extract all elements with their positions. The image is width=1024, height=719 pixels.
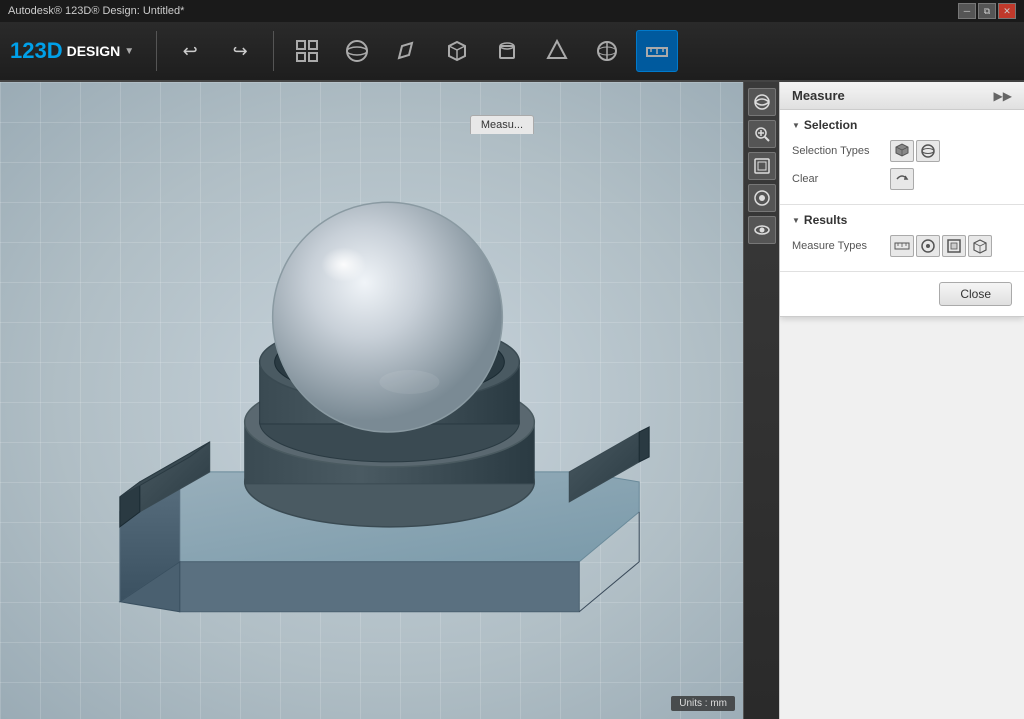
orbit-button[interactable] xyxy=(748,88,776,116)
measure-panel-title: Measure xyxy=(792,88,845,103)
results-label: Results xyxy=(804,213,847,227)
box-icon xyxy=(444,38,470,64)
modify-icon xyxy=(594,38,620,64)
box-button[interactable] xyxy=(436,30,478,72)
primitives-button[interactable] xyxy=(336,30,378,72)
title-bar-left: Autodesk® 123D® Design: Untitled* xyxy=(8,5,184,17)
panel-expand-icon[interactable]: ▶▶ xyxy=(994,89,1012,103)
close-window-button[interactable]: ✕ xyxy=(998,3,1016,19)
volume-measure-button[interactable] xyxy=(968,235,992,257)
edge-select-button[interactable] xyxy=(916,140,940,162)
main-area: Measu... Units : mm xyxy=(0,82,1024,719)
title-bar-controls: ─ ⧉ ✕ xyxy=(958,3,1016,19)
snap-icon xyxy=(294,38,320,64)
close-panel-button[interactable]: Close xyxy=(939,282,1012,306)
results-header: ▼ Results xyxy=(792,213,1012,227)
construct-button[interactable] xyxy=(536,30,578,72)
sketch-button[interactable] xyxy=(386,30,428,72)
selection-types-label: Selection Types xyxy=(792,145,882,157)
visibility-button[interactable] xyxy=(748,216,776,244)
selection-section: ▼ Selection Selection Types xyxy=(780,110,1024,205)
primitives-icon xyxy=(344,38,370,64)
toolbar-divider-2 xyxy=(273,31,274,71)
clear-label: Clear xyxy=(792,173,882,185)
measure-panel-header: Measure ▶▶ xyxy=(780,82,1024,110)
selection-types-row: Selection Types xyxy=(792,140,1012,162)
title-bar: Autodesk® 123D® Design: Untitled* ─ ⧉ ✕ xyxy=(0,0,1024,22)
app-logo: 123D DESIGN ▼ xyxy=(10,38,134,64)
panel-footer: Close xyxy=(780,272,1024,316)
modify-button[interactable] xyxy=(586,30,628,72)
logo-design: DESIGN xyxy=(67,43,121,59)
viewport-right-toolbar xyxy=(743,82,779,719)
restore-button[interactable]: ⧉ xyxy=(978,3,996,19)
clear-buttons xyxy=(890,168,914,190)
main-toolbar: 123D DESIGN ▼ ↩ ↪ xyxy=(0,22,1024,82)
selection-triangle-icon: ▼ xyxy=(792,121,800,130)
fit-view-button[interactable] xyxy=(748,152,776,180)
measure-types-row: Measure Types xyxy=(792,235,1012,257)
selection-label: Selection xyxy=(804,118,857,132)
measure-types-label: Measure Types xyxy=(792,240,882,252)
zoom-button[interactable] xyxy=(748,120,776,148)
selection-header: ▼ Selection xyxy=(792,118,1012,132)
cylinder-icon xyxy=(494,38,520,64)
linear-measure-button[interactable] xyxy=(890,235,914,257)
selection-types-buttons xyxy=(890,140,940,162)
units-badge: Units : mm xyxy=(671,696,735,711)
scene-svg xyxy=(0,82,779,719)
viewport[interactable]: Measu... Units : mm xyxy=(0,82,779,719)
measure-tab[interactable]: Measu... xyxy=(470,115,534,134)
measure-icon xyxy=(644,38,670,64)
measure-type-buttons xyxy=(890,235,992,257)
results-section: ▼ Results Measure Types xyxy=(780,205,1024,272)
snap-button[interactable] xyxy=(286,30,328,72)
app-title: Autodesk® 123D® Design: Untitled* xyxy=(8,5,184,17)
minimize-button[interactable]: ─ xyxy=(958,3,976,19)
construct-icon xyxy=(544,38,570,64)
home-view-button[interactable] xyxy=(748,184,776,212)
cylinder-button[interactable] xyxy=(486,30,528,72)
logo-dropdown-arrow[interactable]: ▼ xyxy=(124,46,134,57)
right-panel: Measure ▶▶ ▼ Selection Selection Types xyxy=(779,82,1024,719)
redo-button[interactable]: ↪ xyxy=(219,30,261,72)
clear-button[interactable] xyxy=(890,168,914,190)
sketch-icon xyxy=(394,38,420,64)
measure-button[interactable] xyxy=(636,30,678,72)
area-measure-button[interactable] xyxy=(942,235,966,257)
undo-button[interactable]: ↩ xyxy=(169,30,211,72)
logo-123d: 123D xyxy=(10,38,63,64)
clear-row: Clear xyxy=(792,168,1012,190)
measure-panel: Measure ▶▶ ▼ Selection Selection Types xyxy=(780,82,1024,317)
toolbar-divider-1 xyxy=(156,31,157,71)
arc-measure-button[interactable] xyxy=(916,235,940,257)
face-select-button[interactable] xyxy=(890,140,914,162)
results-triangle-icon: ▼ xyxy=(792,216,800,225)
